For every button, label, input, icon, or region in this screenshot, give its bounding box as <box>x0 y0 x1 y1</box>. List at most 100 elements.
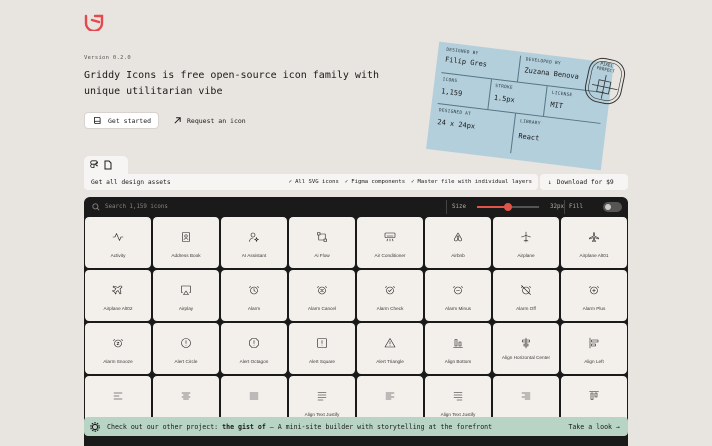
icon-card[interactable]: Align Horizontal Center <box>493 323 559 374</box>
file-icon[interactable] <box>104 160 112 170</box>
align-horizontal-center-icon <box>522 337 530 349</box>
icon-label: Alert Square <box>308 359 336 364</box>
icon-label: Align Bottom <box>444 359 472 364</box>
feature-item: ✓ Master file with individual layers <box>411 179 532 185</box>
icon-label: Alarm Cancel <box>307 306 337 311</box>
size-slider[interactable] <box>476 203 539 211</box>
icon-card[interactable]: Alarm Snooze <box>85 323 151 374</box>
icon-label: Airplay <box>178 306 194 311</box>
search-icon <box>92 203 100 211</box>
icon-label: Address Book <box>171 253 201 258</box>
icon-card[interactable]: Address Book <box>153 217 219 268</box>
icon-card[interactable]: Alert Triangle <box>357 323 423 374</box>
fill-label: Fill <box>569 204 583 210</box>
airplay-icon <box>181 285 191 295</box>
icon-label: Alarm Plus <box>582 306 606 311</box>
airplane-alt02-icon <box>112 285 123 295</box>
air-conditioner-icon <box>384 232 396 242</box>
asset-tabs <box>84 156 128 174</box>
version-label: Version 0.2.0 <box>84 55 131 61</box>
icon-card[interactable]: Align Left <box>561 323 627 374</box>
request-icon-link[interactable]: Request an icon <box>173 112 246 129</box>
icon-card[interactable]: Alarm Minus <box>425 270 491 321</box>
alert-octagon-icon <box>249 338 259 348</box>
icon-card[interactable]: AI Assistant <box>221 217 287 268</box>
alarm-minus-icon <box>453 286 463 295</box>
alert-circle-icon <box>181 338 191 348</box>
icon-label: Alert Circle <box>174 359 198 364</box>
alarm-snooze-icon <box>113 339 123 348</box>
icon-card[interactable]: Ai Flow <box>289 217 355 268</box>
icon-card[interactable]: Airplane <box>493 217 559 268</box>
align-icon <box>113 392 123 400</box>
icon-card[interactable]: Alarm Check <box>357 270 423 321</box>
icon-card[interactable]: Airplane Alt02 <box>85 270 151 321</box>
icon-card[interactable]: Align Bottom <box>425 323 491 374</box>
alarm-check-icon <box>385 286 395 295</box>
arrow-down-icon: ↓ <box>548 178 552 186</box>
icon-grid: Activity Address Book AI Assistant Ai Flow A… <box>85 217 627 427</box>
airplane-icon <box>521 231 531 243</box>
request-icon-label: Request an icon <box>187 116 246 125</box>
align-text-center-icon <box>181 392 191 400</box>
download-button[interactable]: ↓ Download for $9 <box>540 174 628 190</box>
promo-banner: Check out our other project: the gist of… <box>84 417 628 436</box>
get-started-button[interactable]: Get started <box>84 112 159 129</box>
search-input[interactable]: Search 1,159 icons <box>92 201 442 213</box>
griddy-logo[interactable] <box>84 13 104 31</box>
icon-card[interactable]: Alert Octagon <box>221 323 287 374</box>
icon-label: Alert Triangle <box>376 359 404 364</box>
fill-toggle[interactable] <box>602 202 622 212</box>
address-book-icon <box>182 232 190 242</box>
align-left-icon <box>589 337 599 349</box>
icon-card[interactable]: Alert Square <box>289 323 355 374</box>
icon-label: Alarm Minus <box>444 306 472 311</box>
icon-card[interactable]: Alarm <box>221 270 287 321</box>
icon-card[interactable]: Activity <box>85 217 151 268</box>
ai-assistant-icon <box>249 232 259 242</box>
icon-card[interactable]: Airplay <box>153 270 219 321</box>
slider-handle[interactable] <box>503 203 512 211</box>
alert-triangle-icon <box>384 338 396 348</box>
icon-card[interactable]: Alert Circle <box>153 323 219 374</box>
icon-label: Alarm Off <box>516 306 536 311</box>
icon-card[interactable]: Airplane Alt01 <box>561 217 627 268</box>
icon-label: Airplane <box>517 253 535 258</box>
icon-card[interactable]: Alarm Plus <box>561 270 627 321</box>
icon-label: Align Left <box>584 359 604 364</box>
airplane-alt01-icon <box>589 232 599 242</box>
icon-label: Air Conditioner <box>374 253 406 258</box>
check-icon: ✓ <box>411 179 415 185</box>
check-icon: ✓ <box>344 179 349 185</box>
license-value: MIT <box>549 100 564 111</box>
icon-label: Align Horizontal Center <box>501 355 551 360</box>
icon-card[interactable]: Alarm Off <box>493 270 559 321</box>
download-label: Download for $9 <box>556 178 614 186</box>
alarm-plus-icon <box>589 286 599 295</box>
align-text-left-icon <box>385 392 395 400</box>
size-control: Size 32px <box>452 201 564 213</box>
alert-square-icon <box>317 338 327 348</box>
icon-label: Alarm Check <box>376 306 404 311</box>
figma-icon[interactable] <box>90 160 98 170</box>
icon-label: Alarm <box>247 306 261 311</box>
icon-label: Ai Flow <box>314 253 330 258</box>
feature-item: ✓ Figma components <box>344 179 406 185</box>
align-text-icon <box>249 392 259 400</box>
page-headline: Griddy Icons is free open-source icon fa… <box>84 70 380 97</box>
promo-project[interactable]: the gist of <box>222 423 266 431</box>
take-a-look-link[interactable]: Take a look → <box>568 417 620 436</box>
check-icon: ✓ <box>288 179 293 185</box>
icon-card[interactable]: Air Conditioner <box>357 217 423 268</box>
fill-control: Fill <box>569 201 622 213</box>
airbnb-icon <box>454 232 462 242</box>
icon-toolbar: Search 1,159 icons Size 32px Fill <box>84 197 628 217</box>
icon-card[interactable]: Airbnb <box>425 217 491 268</box>
arrow-up-right-icon <box>174 117 181 124</box>
take-a-look-label: Take a look <box>568 422 613 431</box>
assets-title: Get all design assets <box>91 178 171 186</box>
icon-card[interactable]: Alarm Cancel <box>289 270 355 321</box>
icon-label: Airplane Alt02 <box>103 306 133 311</box>
align-text-justify-alt-icon <box>453 392 463 401</box>
icon-label: Airplane Alt01 <box>579 253 609 258</box>
